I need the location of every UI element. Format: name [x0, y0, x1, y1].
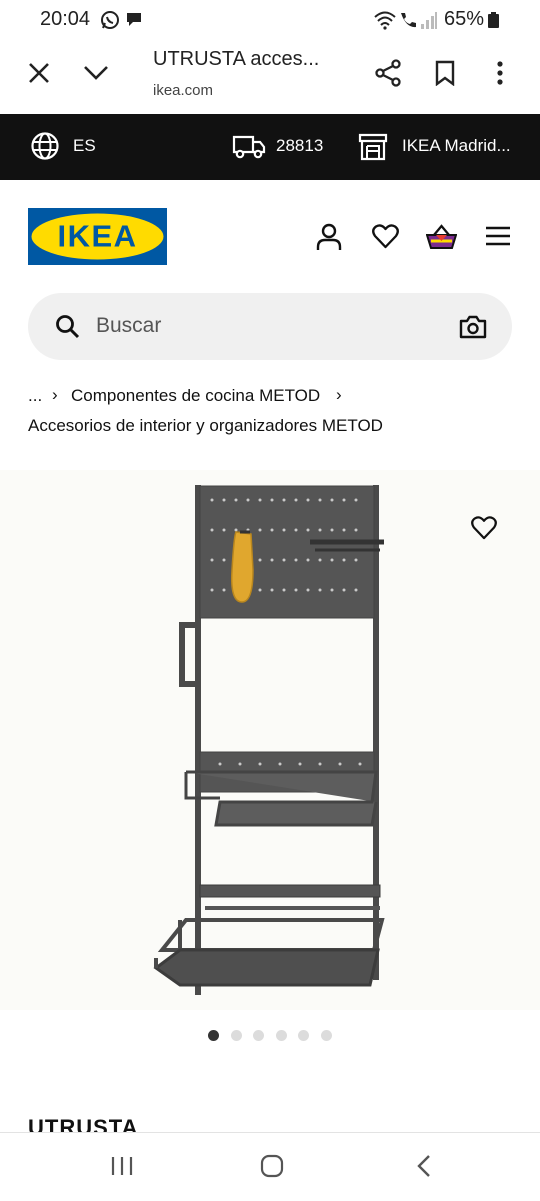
share-icon[interactable]	[374, 59, 402, 87]
chat-bubble-icon	[127, 13, 141, 26]
close-icon[interactable]	[28, 62, 50, 84]
battery-percentage: 65%	[444, 8, 485, 30]
back-icon[interactable]	[416, 1154, 432, 1178]
postal-code[interactable]: 28813	[276, 136, 323, 156]
carousel-dot[interactable]	[276, 1030, 287, 1041]
globe-icon[interactable]	[30, 131, 60, 161]
profile-icon[interactable]	[316, 223, 342, 251]
product-image	[153, 485, 385, 995]
wifi-calling-icon	[401, 13, 416, 28]
breadcrumb-separator: ›	[336, 385, 342, 404]
breadcrumb-item-metod-components[interactable]: Componentes de cocina METOD	[71, 386, 320, 406]
home-icon[interactable]	[260, 1154, 284, 1178]
chevron-down-icon[interactable]	[83, 65, 109, 81]
recent-apps-icon[interactable]	[110, 1155, 134, 1177]
page-domain: ikea.com	[153, 82, 214, 99]
basket-icon[interactable]	[426, 224, 457, 250]
breadcrumb-item-metod-accessories[interactable]: Accesorios de interior y organizadores M…	[28, 416, 383, 436]
breadcrumb-separator: ›	[52, 385, 58, 404]
carousel-dot[interactable]	[298, 1030, 309, 1041]
whatsapp-icon	[101, 11, 119, 29]
carousel-dot[interactable]	[231, 1030, 242, 1041]
carousel-dot[interactable]	[321, 1030, 332, 1041]
status-time: 20:04	[40, 8, 91, 30]
store-name[interactable]: IKEA Madrid...	[402, 136, 511, 156]
carousel-dot[interactable]	[253, 1030, 264, 1041]
carousel-dot[interactable]	[208, 1030, 219, 1041]
search-icon	[56, 315, 80, 339]
heart-icon[interactable]	[372, 224, 399, 249]
store-icon[interactable]	[358, 133, 388, 161]
breadcrumb-ellipsis[interactable]: ...	[28, 386, 42, 406]
camera-search-icon[interactable]	[459, 314, 487, 339]
hamburger-icon[interactable]	[485, 226, 511, 246]
ikea-logo[interactable]: IKEA	[28, 208, 167, 265]
page-title: UTRUSTA acces...	[153, 48, 320, 70]
battery-icon	[488, 12, 499, 28]
language-selector[interactable]: ES	[73, 136, 96, 156]
bookmark-icon[interactable]	[434, 60, 456, 86]
wifi-icon	[374, 11, 396, 30]
search-input[interactable]: Buscar	[96, 314, 161, 338]
ikea-logo-text: IKEA	[57, 219, 137, 254]
delivery-truck-icon[interactable]	[232, 134, 266, 160]
signal-icon	[421, 12, 437, 29]
more-vert-icon[interactable]	[495, 60, 505, 86]
favorite-product-icon[interactable]	[471, 516, 497, 540]
status-bar: 20:04 65%	[0, 0, 540, 40]
